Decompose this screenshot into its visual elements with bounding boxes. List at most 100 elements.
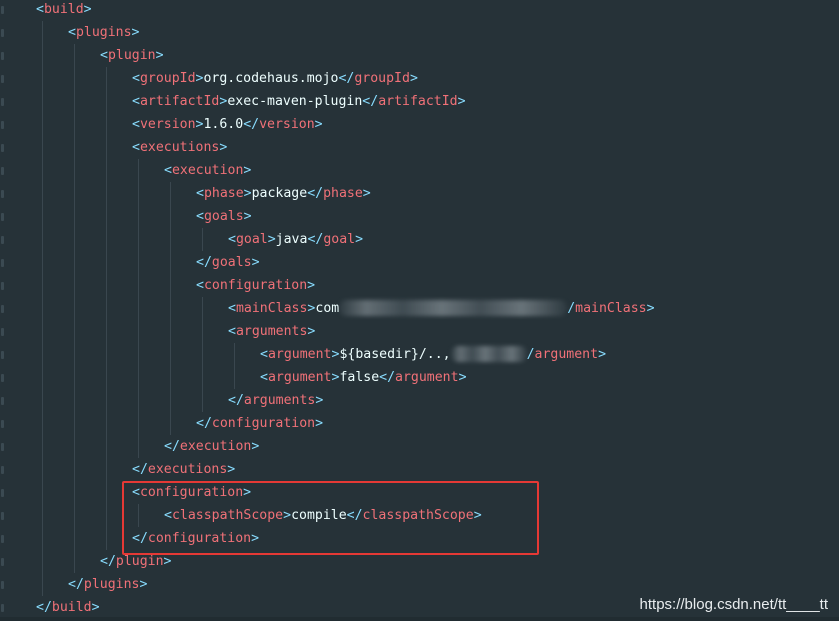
tag-bracket: > — [355, 232, 364, 247]
tag-bracket: </ — [243, 117, 260, 132]
tag-bracket: > — [243, 209, 252, 224]
indent-guide — [74, 44, 75, 573]
tag-bracket: </ — [132, 462, 148, 477]
tag-bracket: </ — [196, 416, 212, 431]
gutter-marker — [1, 328, 4, 336]
tag-name: phase — [323, 186, 363, 201]
gutter-marker — [1, 512, 4, 520]
tag-name: goal — [235, 232, 268, 247]
tag-bracket: < — [132, 140, 140, 155]
tag-bracket: < — [132, 117, 140, 132]
tag-bracket: </ — [100, 554, 116, 569]
indent-guide — [138, 159, 139, 458]
tag-bracket: > — [83, 2, 92, 17]
text-value: ${basedir}/.., — [339, 347, 451, 362]
code-line: <argument>false</argument> — [260, 366, 467, 389]
gutter-marker — [1, 190, 4, 198]
gutter-marker — [1, 420, 4, 428]
indent-guide — [170, 182, 171, 435]
redacted-text — [450, 346, 527, 362]
gutter-marker — [1, 121, 4, 129]
tag-bracket: > — [598, 347, 607, 362]
tag-bracket: > — [307, 324, 316, 339]
tag-bracket: > — [227, 462, 236, 477]
tag-bracket: </ — [196, 255, 212, 270]
text-value: false — [339, 370, 380, 385]
gutter-marker — [1, 236, 4, 244]
tag-name: plugins — [75, 25, 132, 40]
gutter-marker — [1, 167, 4, 175]
tag-name: argument — [395, 370, 459, 385]
tag-bracket: > — [251, 439, 260, 454]
tag-name: plugins — [83, 577, 140, 592]
tag-name: version — [139, 117, 196, 132]
gutter-marker — [1, 581, 4, 589]
tag-bracket: </ — [362, 94, 379, 109]
tag-name: groupId — [139, 71, 196, 86]
code-line: </configuration> — [196, 412, 323, 435]
code-editor[interactable]: <build> <plugins> <plugin> <groupId>org.cod… — [0, 0, 839, 621]
tag-name: goals — [203, 209, 244, 224]
tag-bracket: </ — [379, 370, 396, 385]
watermark: https://blog.csdn.net/tt____tt — [639, 596, 828, 613]
gutter-marker — [1, 397, 4, 405]
tag-name: executions — [147, 462, 228, 477]
code-line: </arguments> — [228, 389, 323, 412]
tag-bracket: > — [163, 554, 172, 569]
tag-name: artifactId — [378, 94, 458, 109]
tag-bracket: > — [646, 301, 655, 316]
tag-bracket: < — [100, 48, 108, 63]
code-line: <execution> — [164, 159, 251, 182]
tag-bracket: > — [91, 600, 100, 615]
tag-bracket: > — [219, 140, 228, 155]
indent-guide — [234, 343, 235, 389]
tag-name: mainClass — [575, 301, 647, 316]
tag-bracket: < — [68, 25, 76, 40]
gutter-marker — [1, 558, 4, 566]
tag-bracket: < — [196, 186, 204, 201]
gutter-marker — [1, 144, 4, 152]
code-line: <arguments> — [228, 320, 315, 343]
tag-bracket: > — [307, 278, 316, 293]
tag-bracket: < — [228, 232, 236, 247]
tag-name: configuration — [203, 278, 308, 293]
gutter-marker — [1, 535, 4, 543]
gutter-marker — [1, 443, 4, 451]
gutter-marker — [1, 489, 4, 497]
editor-gutter — [0, 0, 8, 621]
tag-bracket: </ — [307, 232, 324, 247]
tag-bracket: < — [132, 71, 140, 86]
code-line: <goals> — [196, 205, 252, 228]
code-line: <artifactId>exec-maven-plugin</artifactI… — [132, 90, 466, 113]
indent-guide — [202, 228, 203, 251]
tag-name: build — [51, 600, 92, 615]
gutter-marker — [1, 604, 4, 612]
tag-bracket: > — [457, 94, 466, 109]
tag-bracket: </ — [338, 71, 355, 86]
code-line: <executions> — [132, 136, 227, 159]
editor-bottom-border — [0, 617, 839, 621]
tag-bracket: > — [458, 370, 467, 385]
tag-name: executions — [139, 140, 220, 155]
tag-bracket: </ — [307, 186, 324, 201]
tag-bracket: > — [251, 255, 260, 270]
tag-bracket: > — [315, 416, 324, 431]
tag-bracket: > — [155, 48, 164, 63]
tag-bracket: < — [228, 301, 236, 316]
text-value: com — [315, 301, 340, 316]
indent-guide — [202, 297, 203, 412]
tag-bracket: < — [36, 2, 44, 17]
tag-name: arguments — [235, 324, 308, 339]
tag-name: mainClass — [235, 301, 308, 316]
gutter-marker — [1, 305, 4, 313]
text-value: 1.6.0 — [203, 117, 244, 132]
tag-name: configuration — [211, 416, 316, 431]
tag-bracket: > — [243, 186, 252, 201]
code-line: <plugin> — [100, 44, 164, 67]
text-value: java — [275, 232, 308, 247]
tag-name: artifactId — [139, 94, 220, 109]
tag-bracket: > — [315, 393, 324, 408]
code-line: <plugins> — [68, 21, 139, 44]
tag-bracket: < — [132, 94, 140, 109]
code-line: </goals> — [196, 251, 260, 274]
